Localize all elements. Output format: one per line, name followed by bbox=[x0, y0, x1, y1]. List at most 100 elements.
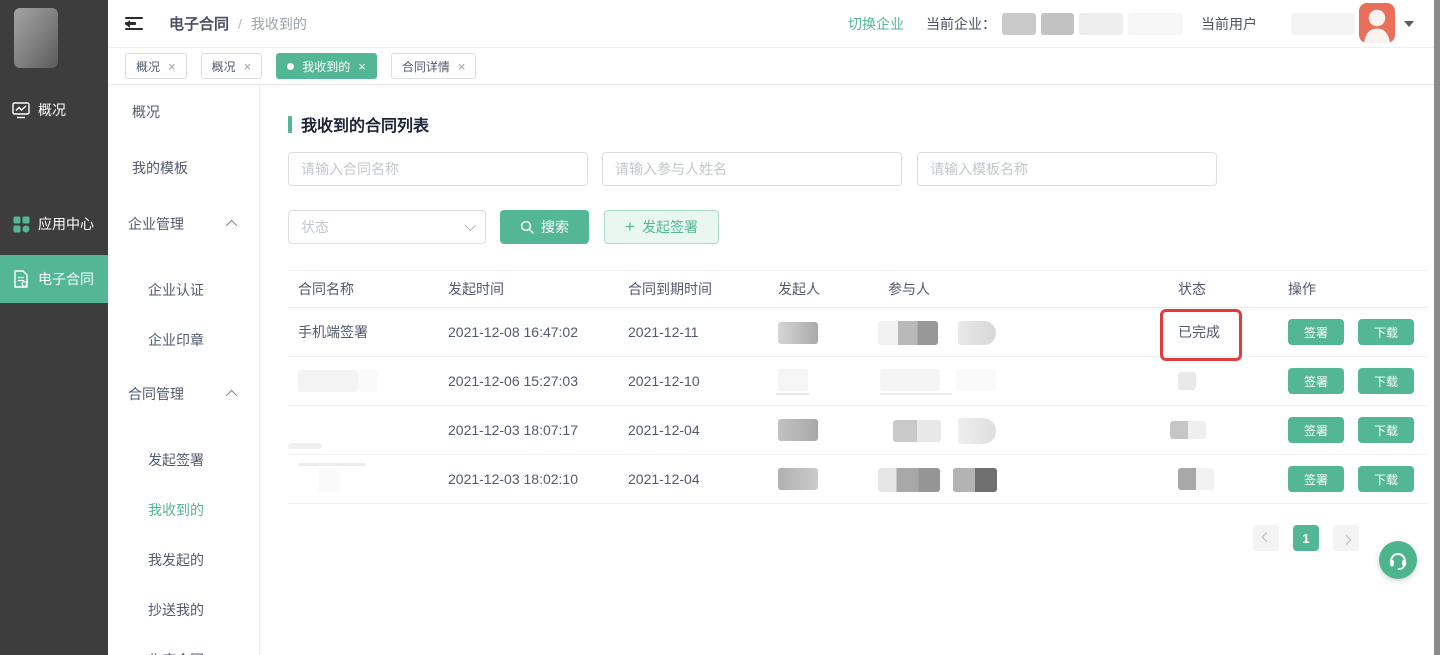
scrollbar[interactable] bbox=[1434, 0, 1440, 655]
submenu-overview[interactable]: 概况 bbox=[108, 99, 259, 125]
initiate-sign-button[interactable]: + 发起签署 bbox=[604, 210, 719, 244]
submenu-my-templates[interactable]: 我的模板 bbox=[108, 155, 259, 181]
col-start-time: 发起时间 bbox=[448, 279, 504, 299]
submenu-cc-to-me[interactable]: 抄送我的 bbox=[108, 597, 259, 623]
initiator-redacted bbox=[778, 369, 808, 391]
tab-overview-1[interactable]: 概况 × bbox=[125, 53, 187, 79]
submenu-initiated-by-me[interactable]: 我发起的 bbox=[108, 547, 259, 573]
sidebar-item-app-center[interactable]: 应用中心 bbox=[0, 202, 108, 246]
participant-redacted bbox=[958, 418, 996, 444]
download-button[interactable]: 下载 bbox=[1358, 319, 1414, 345]
chevron-right-icon bbox=[1341, 534, 1351, 544]
cell-expire-time: 2021-12-10 bbox=[628, 373, 700, 389]
submenu-company-auth[interactable]: 企业认证 bbox=[108, 277, 259, 303]
initiator-redacted bbox=[778, 468, 818, 490]
contracts-table: 合同名称 发起时间 合同到期时间 发起人 参与人 状态 操作 手机端签署 202… bbox=[288, 270, 1428, 504]
user-avatar[interactable] bbox=[1359, 3, 1395, 43]
status-select[interactable]: 状态 bbox=[288, 210, 486, 244]
submenu-label: 企业印章 bbox=[148, 330, 204, 350]
contract-icon bbox=[12, 270, 30, 288]
prev-page-button[interactable] bbox=[1253, 525, 1279, 551]
page-1-button[interactable]: 1 bbox=[1293, 525, 1319, 551]
cell-start-time: 2021-12-06 15:27:03 bbox=[448, 373, 578, 389]
app-logo bbox=[14, 8, 58, 68]
participant-redacted bbox=[880, 393, 952, 395]
participant-redacted bbox=[880, 369, 940, 391]
col-actions: 操作 bbox=[1288, 279, 1316, 299]
sign-button[interactable]: 签署 bbox=[1288, 368, 1344, 394]
download-button[interactable]: 下载 bbox=[1358, 417, 1414, 443]
close-icon[interactable]: × bbox=[358, 60, 366, 73]
tab-contract-detail[interactable]: 合同详情 × bbox=[391, 53, 477, 79]
breadcrumb-separator: / bbox=[238, 16, 242, 32]
status-redacted bbox=[1178, 468, 1214, 490]
cell-expire-time: 2021-12-04 bbox=[628, 471, 700, 487]
col-participants: 参与人 bbox=[888, 279, 930, 299]
current-user-label: 当前用户 bbox=[1201, 14, 1257, 34]
next-page-button[interactable] bbox=[1333, 525, 1359, 551]
tab-overview-2[interactable]: 概况 × bbox=[201, 53, 263, 79]
chevron-down-icon bbox=[465, 220, 476, 231]
table-row: 手机端签署 2021-12-08 16:47:02 2021-12-11 已完成… bbox=[288, 308, 1428, 357]
contract-name-input[interactable] bbox=[288, 152, 588, 186]
close-icon[interactable]: × bbox=[458, 60, 466, 73]
chart-icon bbox=[12, 102, 30, 119]
switch-company-link[interactable]: 切换企业 bbox=[848, 14, 904, 34]
cell-status: 已完成 bbox=[1178, 322, 1220, 342]
status-select-placeholder: 状态 bbox=[301, 217, 329, 237]
support-fab[interactable] bbox=[1379, 541, 1417, 579]
submenu-label: 合同管理 bbox=[128, 384, 184, 404]
submenu-group-contract-mgmt[interactable]: 合同管理 bbox=[108, 381, 259, 407]
menu-fold-icon[interactable] bbox=[125, 17, 143, 30]
current-company-label: 当前企业： bbox=[926, 14, 996, 34]
page-title: 我收到的合同列表 bbox=[301, 112, 429, 136]
header-right-cluster: 切换企业 当前企业： 当前用户 bbox=[848, 5, 1414, 43]
sign-button[interactable]: 签署 bbox=[1288, 466, 1344, 492]
tab-label: 我收到的 bbox=[302, 58, 350, 75]
submenu-label: 作废合同 bbox=[148, 650, 204, 655]
cell-start-time: 2021-12-03 18:02:10 bbox=[448, 471, 578, 487]
sign-button[interactable]: 签署 bbox=[1288, 417, 1344, 443]
tab-label: 概况 bbox=[136, 58, 160, 75]
sign-button[interactable]: 签署 bbox=[1288, 319, 1344, 345]
submenu-label: 企业管理 bbox=[128, 214, 184, 234]
close-icon[interactable]: × bbox=[244, 60, 252, 73]
contract-name-redacted bbox=[298, 370, 358, 392]
participant-redacted bbox=[893, 420, 941, 442]
sidebar-item-label: 概况 bbox=[38, 100, 66, 120]
sidebar-item-e-contract[interactable]: 电子合同 bbox=[0, 255, 108, 303]
col-contract-name: 合同名称 bbox=[298, 279, 354, 299]
participant-name-input[interactable] bbox=[602, 152, 902, 186]
breadcrumb-current: 我收到的 bbox=[251, 14, 307, 34]
download-button[interactable]: 下载 bbox=[1358, 466, 1414, 492]
section-title: 我收到的合同列表 bbox=[288, 112, 429, 136]
participant-redacted bbox=[878, 468, 940, 492]
submenu-company-seal[interactable]: 企业印章 bbox=[108, 327, 259, 353]
col-status: 状态 bbox=[1178, 279, 1206, 299]
primary-sidebar: 概况 应用中心 电子合同 bbox=[0, 0, 108, 655]
submenu-label: 我收到的 bbox=[148, 500, 204, 520]
initiator-redacted bbox=[778, 322, 818, 344]
cell-expire-time: 2021-12-04 bbox=[628, 422, 700, 438]
chevron-down-icon[interactable] bbox=[1404, 21, 1414, 27]
submenu-group-company-mgmt[interactable]: 企业管理 bbox=[108, 211, 259, 237]
col-expire-time: 合同到期时间 bbox=[628, 279, 712, 299]
search-button[interactable]: 搜索 bbox=[500, 210, 589, 244]
cell-start-time: 2021-12-08 16:47:02 bbox=[448, 324, 578, 340]
download-button[interactable]: 下载 bbox=[1358, 368, 1414, 394]
close-icon[interactable]: × bbox=[168, 60, 176, 73]
tab-label: 概况 bbox=[212, 58, 236, 75]
sidebar-item-overview[interactable]: 概况 bbox=[0, 88, 108, 132]
template-name-input[interactable] bbox=[917, 152, 1217, 186]
submenu-initiate-sign[interactable]: 发起签署 bbox=[108, 447, 259, 473]
submenu-voided-contracts[interactable]: 作废合同 bbox=[108, 647, 259, 655]
participant-redacted bbox=[953, 468, 997, 492]
submenu-received[interactable]: 我收到的 bbox=[108, 497, 259, 523]
contract-name-redacted bbox=[358, 370, 378, 392]
status-redacted bbox=[1178, 372, 1196, 390]
tab-received[interactable]: 我收到的 × bbox=[276, 53, 377, 79]
participant-redacted bbox=[958, 321, 996, 345]
tab-bar: 概况 × 概况 × 我收到的 × 合同详情 × bbox=[108, 48, 1434, 85]
app-window: 概况 应用中心 电子合同 电子合同 / 我收到的 切换企业 当前企业： bbox=[0, 0, 1440, 655]
apps-icon bbox=[12, 216, 30, 233]
